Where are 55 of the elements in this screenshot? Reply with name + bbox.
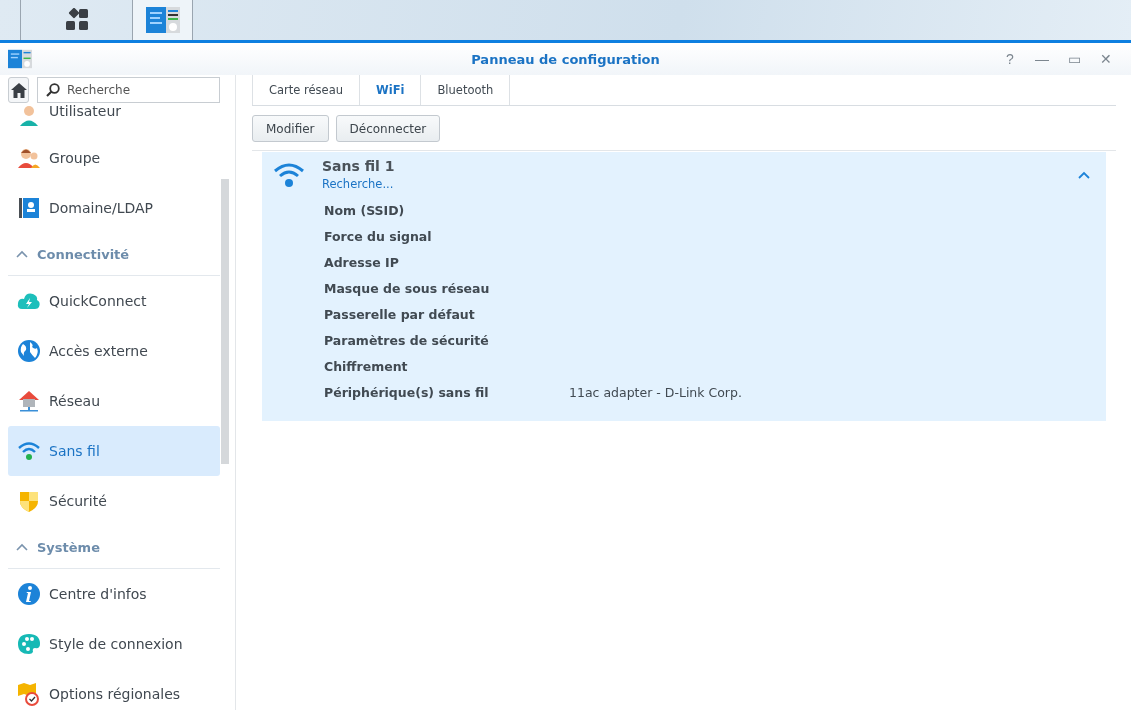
sidebar-icon (17, 196, 41, 220)
sidebar-item[interactable]: QuickConnect (8, 276, 220, 326)
field-label: Adresse IP (324, 254, 400, 270)
sidebar-item[interactable]: Sans fil (8, 426, 220, 476)
field-value: 11ac adapter - D-Link Corp. (569, 384, 742, 400)
sidebar-item[interactable]: Style de connexion (8, 619, 220, 669)
close-button[interactable]: ✕ (1093, 51, 1119, 67)
sidebar-item[interactable]: Groupe (8, 133, 220, 183)
sidebar-item[interactable]: Options régionales (8, 669, 220, 710)
search-field[interactable]: Recherche (37, 77, 220, 103)
maximize-button[interactable]: ▭ (1061, 51, 1087, 67)
field-label: Masque de sous réseau (324, 280, 491, 296)
sidebar-icon (17, 682, 41, 706)
wifi-icon (273, 161, 305, 188)
window-title: Panneau de configuration (471, 51, 660, 67)
chevron-icon (16, 250, 28, 258)
chevron-icon (1078, 171, 1090, 179)
chevron-icon (16, 543, 28, 551)
scrollbar[interactable] (221, 179, 229, 464)
disconnect-button[interactable]: Déconnecter (335, 115, 441, 142)
sidebar-item[interactable]: Utilisateur (8, 103, 220, 133)
sidebar-icon (17, 146, 41, 170)
home-icon (10, 82, 27, 98)
sidebar-icon (17, 389, 41, 413)
connection-status: Recherche... (322, 177, 395, 191)
tab[interactable]: Bluetooth (421, 75, 511, 105)
modify-button[interactable]: Modifier (252, 115, 329, 142)
menu-grid-icon (64, 8, 89, 32)
field-label: Nom (SSID) (324, 202, 406, 218)
sidebar-icon (17, 632, 41, 656)
field-label: Paramètres de sécurité (324, 332, 490, 348)
minimize-button[interactable]: — (1029, 51, 1055, 67)
home-button[interactable] (8, 77, 29, 103)
sidebar-item[interactable]: Sécurité (8, 476, 220, 526)
section-header[interactable]: Système (8, 526, 220, 569)
sidebar-item[interactable]: Réseau (8, 376, 220, 426)
control-panel-icon (8, 49, 32, 69)
field-label: Chiffrement (324, 358, 409, 374)
sidebar-icon (17, 582, 41, 606)
sidebar-item[interactable]: Accès externe (8, 326, 220, 376)
field-label: Périphérique(s) sans fil (324, 384, 490, 400)
sidebar-item[interactable]: Domaine/LDAP (8, 183, 220, 233)
sidebar-icon (17, 339, 41, 363)
sidebar-icon (17, 439, 41, 463)
sidebar-icon (17, 489, 41, 513)
field-label: Passerelle par défaut (324, 306, 476, 322)
section-header[interactable]: Connectivité (8, 233, 220, 276)
sidebar-item[interactable]: Centre d'infos (8, 569, 220, 619)
help-button[interactable]: ? (997, 51, 1023, 67)
connection-name: Sans fil 1 (322, 158, 395, 174)
control-panel-taskbar-icon[interactable] (133, 0, 193, 40)
sidebar-icon (17, 103, 41, 127)
field-label: Force du signal (324, 228, 433, 244)
tab[interactable]: Carte réseau (252, 75, 360, 105)
tab[interactable]: WiFi (360, 75, 422, 105)
